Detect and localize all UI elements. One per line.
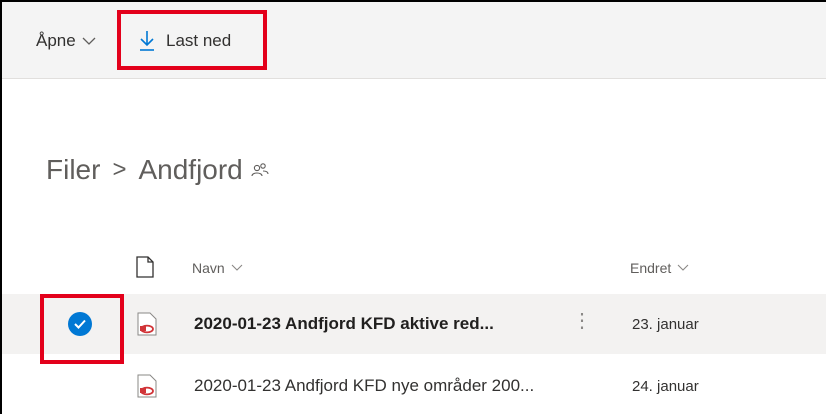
breadcrumb-separator: > [112,156,127,183]
row-selected-check-icon[interactable] [68,312,92,336]
file-modified-date: 24. januar [632,378,699,395]
more-actions-icon[interactable]: ⋮ [572,308,592,333]
file-row[interactable]: 2020-01-23 Andfjord KFD nye områder 200.… [2,356,826,416]
pdf-file-icon [137,374,157,398]
file-modified-date: 23. januar [632,316,699,333]
column-name-label: Navn [192,260,225,276]
column-modified-label: Endret [630,260,672,276]
chevron-down-icon [231,264,243,271]
pdf-file-icon [137,312,157,336]
breadcrumb-root[interactable]: Filer [46,154,100,186]
column-header: Navn Endret [2,246,826,290]
download-button-label: Last ned [166,31,232,50]
breadcrumb-current: Andfjord [138,154,243,185]
open-button[interactable]: Åpne [36,26,96,56]
file-name[interactable]: 2020-01-23 Andfjord KFD nye områder 200.… [194,376,534,396]
column-modified-header[interactable]: Endret [630,260,689,276]
file-row[interactable]: 2020-01-23 Andfjord KFD aktive red... ⋮ … [2,294,826,354]
column-name-header[interactable]: Navn [192,260,243,276]
open-button-label: Åpne [36,31,76,50]
shared-people-icon [251,163,269,177]
chevron-down-icon [677,264,689,271]
command-bar: Åpne Last ned [2,2,826,79]
download-button[interactable]: Last ned [138,24,231,58]
file-type-header-icon [136,256,154,278]
breadcrumb: Filer > Andfjord [46,154,269,186]
chevron-down-icon [82,37,96,45]
file-name[interactable]: 2020-01-23 Andfjord KFD aktive red... [194,314,494,334]
download-icon [140,31,154,51]
